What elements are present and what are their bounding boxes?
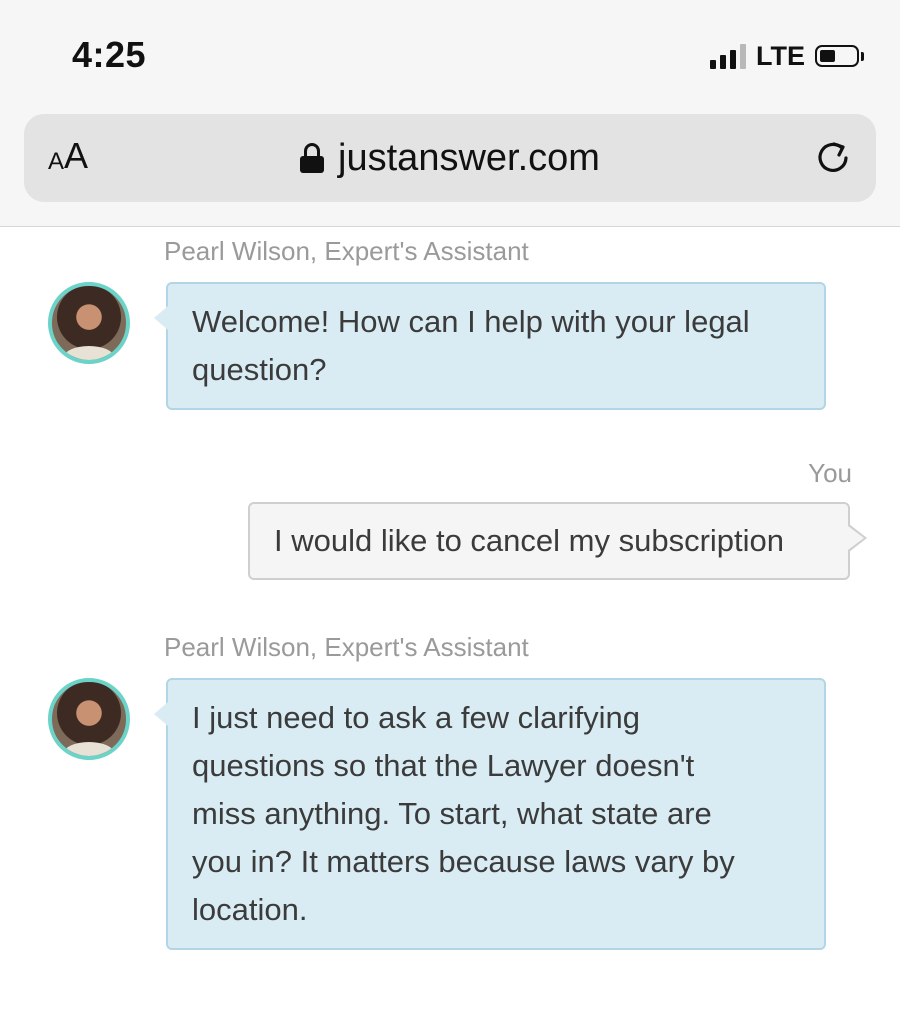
avatar [48, 282, 130, 364]
reload-icon[interactable] [812, 136, 854, 178]
message-sender: You [808, 458, 852, 488]
message-sender: Pearl Wilson, Expert's Assistant [164, 236, 529, 266]
chat-message-expert: I just need to ask a few clarifying ques… [154, 678, 826, 950]
battery-icon [815, 45, 864, 67]
chat-message-user: I would like to cancel my subscription [248, 502, 867, 580]
status-time: 4:25 [72, 34, 147, 75]
message-line: I just need to ask a few clarifying [192, 700, 641, 735]
message-line: you in? It matters because laws vary by [192, 844, 735, 879]
message-line: question? [192, 352, 327, 387]
message-line: Welcome! How can I help with your legal [192, 304, 750, 339]
message-line: miss anything. To start, what state are [192, 796, 712, 831]
cellular-signal-icon [710, 43, 746, 69]
chat-message-expert: Welcome! How can I help with your legal … [154, 282, 826, 410]
lock-icon [300, 143, 325, 173]
status-indicators: LTE [710, 38, 864, 74]
message-line: location. [192, 892, 308, 927]
url-text: justanswer.com [338, 136, 600, 179]
message-line: I would like to cancel my subscription [274, 523, 785, 558]
network-type: LTE [756, 40, 805, 71]
address-bar[interactable]: AA justanswer.com [24, 114, 876, 202]
url-display[interactable]: justanswer.com [24, 134, 876, 182]
avatar [48, 678, 130, 760]
message-sender: Pearl Wilson, Expert's Assistant [164, 632, 529, 662]
browser-chrome: 4:25 LTE AA justanswer.com [0, 0, 900, 227]
message-line: questions so that the Lawyer doesn't [192, 748, 695, 783]
